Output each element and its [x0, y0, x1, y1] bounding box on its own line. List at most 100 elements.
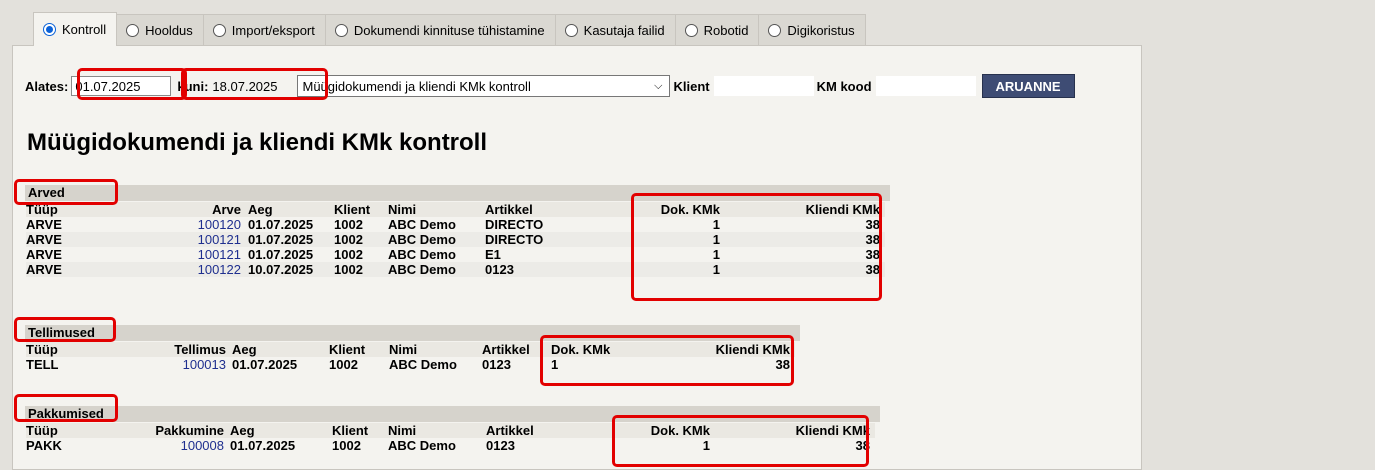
- document-link[interactable]: 100008: [126, 438, 224, 453]
- report-type-select[interactable]: Müügidokumendi ja kliendi KMk kontroll ⌵: [296, 75, 670, 97]
- report-panel: Alates: kuni: 18.07.2025 Müügidokumendi …: [12, 45, 1142, 470]
- vat-code-input[interactable]: [875, 76, 976, 96]
- tab-label: Hooldus: [145, 23, 193, 38]
- cell-name: ABC Demo: [388, 247, 456, 262]
- chevron-down-icon: ⌵: [654, 79, 663, 92]
- cell-date: 01.07.2025: [248, 247, 314, 262]
- cell-client: 1002: [334, 232, 363, 247]
- col-header-date: Aeg: [230, 423, 255, 438]
- client-input[interactable]: [713, 76, 814, 96]
- tab-label: Dokumendi kinnituse tühistamine: [353, 23, 545, 38]
- tab-kasutaja-failid[interactable]: Kasutaja failid: [554, 14, 676, 46]
- col-header-dok-kmk: Dok. KMk: [660, 202, 720, 217]
- cell-item: 0123: [482, 357, 511, 372]
- tab-hooldus[interactable]: Hooldus: [116, 14, 204, 46]
- cell-client: 1002: [334, 247, 363, 262]
- filter-bar: Alates: kuni: 18.07.2025 Müügidokumendi …: [25, 73, 1075, 99]
- table-header: Tüüp Pakkumine Aeg Klient Nimi Artikkel …: [26, 423, 875, 438]
- tab-kontroll[interactable]: Kontroll: [33, 12, 118, 46]
- document-link[interactable]: 100122: [161, 262, 241, 277]
- table-header: Tüüp Tellimus Aeg Klient Nimi Artikkel D…: [26, 342, 795, 357]
- radio-icon[interactable]: [334, 24, 348, 37]
- cell-item: 0123: [486, 438, 515, 453]
- tellimused-table: Tüüp Tellimus Aeg Klient Nimi Artikkel D…: [26, 342, 795, 372]
- tab-label: Import/eksport: [231, 23, 315, 38]
- cell-name: ABC Demo: [388, 438, 456, 453]
- table-row: TELL 100013 01.07.2025 1002 ABC Demo 012…: [26, 357, 795, 372]
- col-header-type: Tüüp: [26, 342, 58, 357]
- cell-kliendi-kmk: 38: [855, 438, 870, 453]
- col-header-kliendi-kmk: Kliendi KMk: [795, 423, 870, 438]
- section-pakkumised-title: Pakkumised: [25, 406, 880, 422]
- vat-code-label: KM kood: [816, 78, 872, 94]
- col-header-kliendi-kmk: Kliendi KMk: [805, 202, 880, 217]
- radio-icon[interactable]: [212, 24, 226, 37]
- table-header: Tüüp Arve Aeg Klient Nimi Artikkel Dok. …: [26, 202, 885, 217]
- cell-item: DIRECTO: [485, 217, 544, 232]
- radio-icon[interactable]: [768, 24, 782, 37]
- col-header-name: Nimi: [388, 423, 417, 438]
- to-date-input[interactable]: 18.07.2025: [212, 79, 277, 94]
- col-header-doc: Tellimus: [174, 342, 226, 357]
- radio-icon[interactable]: [126, 24, 140, 37]
- cell-type: ARVE: [26, 262, 62, 277]
- col-header-client: Klient: [329, 342, 366, 357]
- cell-kliendi-kmk: 38: [775, 357, 790, 372]
- document-link[interactable]: 100121: [161, 247, 241, 262]
- col-header-client: Klient: [332, 423, 369, 438]
- cell-dok-kmk: 1: [712, 262, 720, 277]
- cell-client: 1002: [334, 217, 363, 232]
- table-row: ARVE 100121 01.07.2025 1002 ABC Demo E1 …: [26, 247, 885, 262]
- tab-label: Robotid: [703, 23, 749, 38]
- table-row: ARVE 100121 01.07.2025 1002 ABC Demo DIR…: [26, 232, 885, 247]
- table-row: ARVE 100120 01.07.2025 1002 ABC Demo DIR…: [26, 217, 885, 232]
- cell-dok-kmk: 1: [551, 357, 559, 372]
- cell-kliendi-kmk: 38: [865, 247, 880, 262]
- col-header-dok-kmk: Dok. KMk: [551, 342, 611, 357]
- radio-selected-icon[interactable]: [43, 23, 56, 36]
- client-label: Klient: [673, 78, 710, 94]
- cell-dok-kmk: 1: [702, 438, 710, 453]
- pakkumised-table: Tüüp Pakkumine Aeg Klient Nimi Artikkel …: [26, 423, 875, 453]
- col-header-date: Aeg: [248, 202, 273, 217]
- tab-label: Digikoristus: [787, 23, 855, 38]
- document-link[interactable]: 100013: [126, 357, 226, 372]
- tab-bar: Kontroll Hooldus Import/eksport Dokumend…: [33, 12, 866, 46]
- cell-type: TELL: [26, 357, 59, 372]
- page-title: Müügidokumendi ja kliendi KMk kontroll: [27, 129, 488, 156]
- cell-dok-kmk: 1: [712, 247, 720, 262]
- tab-robotid[interactable]: Robotid: [674, 14, 760, 46]
- col-header-doc: Pakkumine: [155, 423, 224, 438]
- radio-icon[interactable]: [564, 24, 578, 37]
- section-tellimused-title: Tellimused: [25, 325, 800, 341]
- aruanne-button[interactable]: ARUANNE: [981, 74, 1075, 98]
- cell-date: 10.07.2025: [248, 262, 314, 277]
- col-header-dok-kmk: Dok. KMk: [650, 423, 710, 438]
- radio-icon[interactable]: [684, 24, 698, 37]
- col-header-name: Nimi: [389, 342, 418, 357]
- tab-dokumendi-kinnituse-tuhistamine[interactable]: Dokumendi kinnituse tühistamine: [324, 14, 556, 46]
- cell-item: 0123: [485, 262, 514, 277]
- col-header-client: Klient: [334, 202, 371, 217]
- cell-type: ARVE: [26, 247, 62, 262]
- col-header-doc: Arve: [212, 202, 241, 217]
- cell-kliendi-kmk: 38: [865, 217, 880, 232]
- cell-name: ABC Demo: [389, 357, 457, 372]
- cell-type: ARVE: [26, 232, 62, 247]
- table-row: ARVE 100122 10.07.2025 1002 ABC Demo 012…: [26, 262, 885, 277]
- cell-name: ABC Demo: [388, 217, 456, 232]
- cell-item: E1: [485, 247, 501, 262]
- col-header-item: Artikkel: [482, 342, 530, 357]
- from-date-input[interactable]: [71, 76, 172, 96]
- cell-item: DIRECTO: [485, 232, 544, 247]
- document-link[interactable]: 100120: [161, 217, 241, 232]
- tab-import-eksport[interactable]: Import/eksport: [202, 14, 326, 46]
- col-header-type: Tüüp: [26, 202, 58, 217]
- report-type-value: Müügidokumendi ja kliendi KMk kontroll: [302, 78, 531, 94]
- tab-digikoristus[interactable]: Digikoristus: [758, 14, 866, 46]
- document-link[interactable]: 100121: [161, 232, 241, 247]
- cell-name: ABC Demo: [388, 262, 456, 277]
- arved-table: Tüüp Arve Aeg Klient Nimi Artikkel Dok. …: [26, 202, 885, 277]
- cell-client: 1002: [332, 438, 361, 453]
- to-label: kuni:: [177, 78, 209, 94]
